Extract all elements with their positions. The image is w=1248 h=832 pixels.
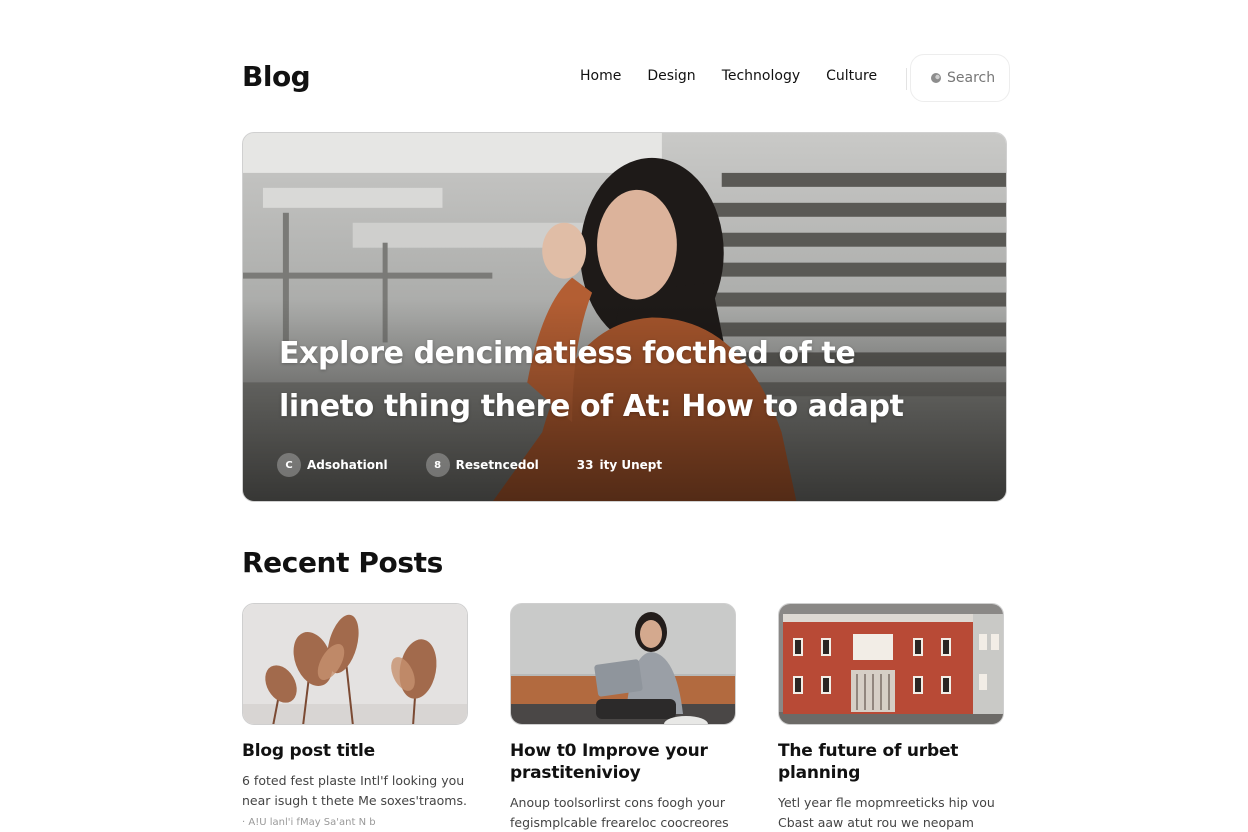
hero-meta-label: ity Unept	[599, 458, 663, 472]
site-logo[interactable]: Blog	[242, 60, 311, 93]
nav-technology[interactable]: Technology	[722, 68, 800, 84]
post-card-meta: · A!U lanl'i fMay Sa'ant N b	[242, 817, 376, 828]
post-card[interactable]: Blog post title 6 foted fest plaste Intl…	[242, 603, 470, 828]
post-card-title[interactable]: Blog post title	[242, 740, 470, 762]
main-nav: Home Design Technology Culture	[580, 68, 903, 84]
post-card-title[interactable]: The future of urbet planning	[778, 740, 1006, 784]
red-building-image	[779, 604, 1003, 724]
hero-meta-item: 33 ity Unept	[577, 458, 662, 472]
hero-image	[243, 133, 1006, 501]
nav-divider	[906, 68, 907, 90]
post-card-image[interactable]	[778, 603, 1004, 725]
post-card-image[interactable]	[510, 603, 736, 725]
read-time-icon: 8	[425, 453, 450, 477]
nav-home[interactable]: Home	[580, 68, 621, 84]
hero-meta-item: 8 Resetncedol	[425, 453, 539, 477]
search-label: Search	[947, 70, 996, 86]
hero-meta-label: Resetncedol	[455, 458, 539, 472]
post-card[interactable]: How t0 Improve your prastitenivioy Anoup…	[510, 603, 738, 832]
hero-title[interactable]: Explore dencimatiess focthed of te linet…	[279, 327, 919, 433]
post-card-excerpt: Anoup toolsorlirst cons foogh your fegis…	[510, 795, 729, 830]
post-card-image[interactable]	[242, 603, 468, 725]
pampas-grass-image	[243, 604, 467, 724]
hero-meta: C Adsohationl 8 Resetncedol 33 ity Unept	[277, 453, 700, 477]
nav-design[interactable]: Design	[647, 68, 695, 84]
search-button[interactable]: Search	[910, 54, 1010, 102]
nav-culture[interactable]: Culture	[826, 68, 877, 84]
post-card-excerpt: 6 foted fest plaste Intl'f looking you n…	[242, 773, 467, 808]
post-card-excerpt: Yetl year fle mopmreeticks hip vou Cbast…	[778, 795, 995, 830]
category-icon: C	[277, 453, 301, 477]
hero-meta-label: Adsohationl	[307, 458, 388, 472]
site-header: Blog Home Design Technology Culture Sear…	[242, 52, 1010, 104]
hero-title-line-1: Explore dencimatiess focthed of te	[279, 336, 856, 371]
hero-meta-item: C Adsohationl	[277, 453, 388, 477]
hero-meta-count: 33	[576, 458, 594, 472]
featured-post-hero[interactable]: Explore dencimatiess focthed of te linet…	[242, 132, 1007, 502]
search-icon	[931, 73, 941, 83]
post-card-title[interactable]: How t0 Improve your prastitenivioy	[510, 740, 738, 784]
recent-posts-heading: Recent Posts	[242, 546, 443, 579]
post-card[interactable]: The future of urbet planning Yetl year f…	[778, 603, 1006, 832]
hero-title-line-2: lineto thing there of At: How to adapt	[279, 389, 904, 424]
woman-laptop-image	[511, 604, 735, 724]
